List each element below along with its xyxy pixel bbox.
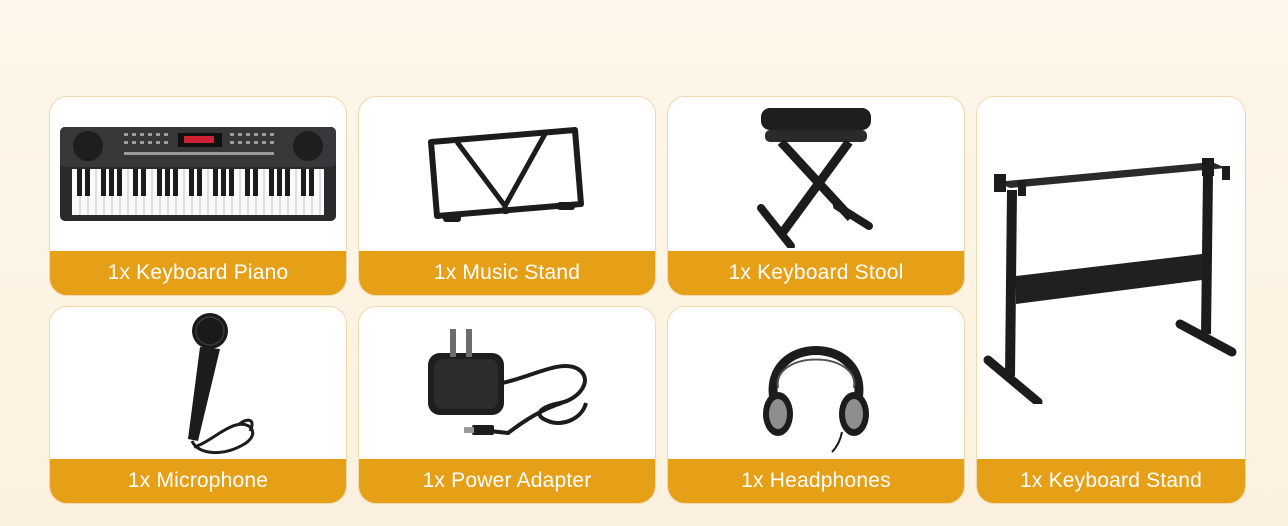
keyboard-piano-icon	[50, 97, 346, 253]
item-label: 1x Keyboard Piano	[50, 251, 346, 295]
microphone-icon	[50, 307, 346, 461]
power-adapter-icon	[359, 307, 655, 461]
item-card-keyboard-piano: 1x Keyboard Piano	[49, 96, 347, 296]
item-card-power-adapter: 1x Power Adapter	[358, 306, 656, 504]
keyboard-stool-icon	[668, 97, 964, 253]
keyboard-stand-icon	[977, 97, 1245, 461]
item-label: 1x Power Adapter	[359, 459, 655, 503]
item-card-headphones: 1x Headphones	[667, 306, 965, 504]
item-label: 1x Headphones	[668, 459, 964, 503]
item-label: 1x Microphone	[50, 459, 346, 503]
item-card-music-stand: 1x Music Stand	[358, 96, 656, 296]
item-card-keyboard-stool: 1x Keyboard Stool	[667, 96, 965, 296]
item-label: 1x Keyboard Stool	[668, 251, 964, 295]
item-card-keyboard-stand: 1x Keyboard Stand	[976, 96, 1246, 504]
item-label: 1x Keyboard Stand	[977, 459, 1245, 503]
item-card-microphone: 1x Microphone	[49, 306, 347, 504]
item-label: 1x Music Stand	[359, 251, 655, 295]
music-stand-icon	[359, 97, 655, 253]
headphones-icon	[668, 307, 964, 461]
